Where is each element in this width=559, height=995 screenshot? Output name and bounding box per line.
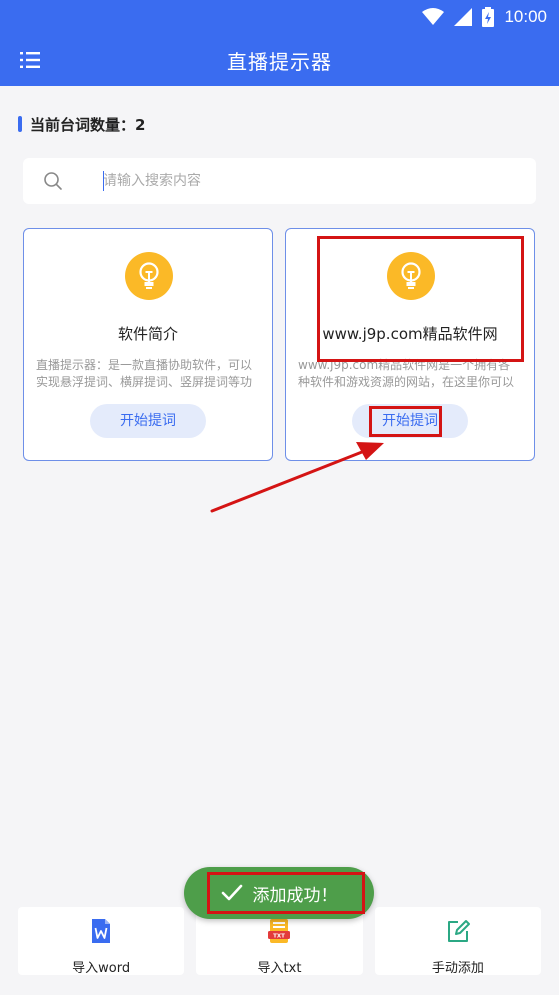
manual-add-button[interactable]: 手动添加 <box>374 907 541 976</box>
script-card-intro[interactable]: 软件简介 直播提示器：是一款直播协助软件，可以实现悬浮提词、横屏提词、竖屏提词等… <box>23 228 273 461</box>
script-count: 当前台词数量：2 <box>18 114 145 134</box>
signal-icon <box>454 8 473 26</box>
svg-text:TXT: TXT <box>274 934 286 940</box>
success-toast: 添加成功！ <box>184 867 374 919</box>
word-file-icon <box>92 919 111 943</box>
status-time: 10:00 <box>504 7 547 26</box>
search-icon <box>44 172 62 190</box>
app-bar: 直播提示器 <box>0 34 559 86</box>
start-prompt-button[interactable]: 开始提词 <box>352 404 468 438</box>
lightbulb-icon <box>125 252 173 300</box>
check-icon <box>221 884 242 901</box>
edit-icon <box>447 920 470 942</box>
bottom-item-label: 导入txt <box>257 961 302 976</box>
script-count-label: 当前台词数量：2 <box>30 115 146 134</box>
battery-charging-icon <box>482 7 495 27</box>
card-title: 软件简介 <box>117 325 178 343</box>
card-description: www.j9p.com精品软件网是一个拥有各种软件和游戏资源的网站，在这里你可以… <box>298 358 515 389</box>
page-title: 直播提示器 <box>227 50 332 74</box>
card-description: 直播提示器：是一款直播协助软件，可以实现悬浮提词、横屏提词、竖屏提词等功能 <box>36 358 253 389</box>
search-box[interactable] <box>23 158 536 204</box>
wifi-icon <box>422 8 445 25</box>
count-accent-bar <box>18 116 22 132</box>
txt-file-icon: TXT <box>268 919 291 943</box>
bottom-item-label: 导入word <box>72 961 131 976</box>
import-word-button[interactable]: 导入word <box>18 907 185 976</box>
toast-message: 添加成功！ <box>252 885 338 906</box>
card-title: www.j9p.com精品软件网 <box>322 325 498 343</box>
bottom-item-label: 手动添加 <box>431 961 484 976</box>
lightbulb-icon <box>387 252 435 300</box>
search-input[interactable] <box>103 158 513 204</box>
script-card-j9p[interactable]: www.j9p.com精品软件网 www.j9p.com精品软件网是一个拥有各种… <box>285 228 535 461</box>
start-prompt-button[interactable]: 开始提词 <box>90 404 206 438</box>
status-icons: 10:00 <box>422 5 547 29</box>
text-cursor <box>103 171 104 191</box>
status-bar: 10:00 <box>0 0 559 34</box>
annotation-arrow <box>210 442 384 513</box>
